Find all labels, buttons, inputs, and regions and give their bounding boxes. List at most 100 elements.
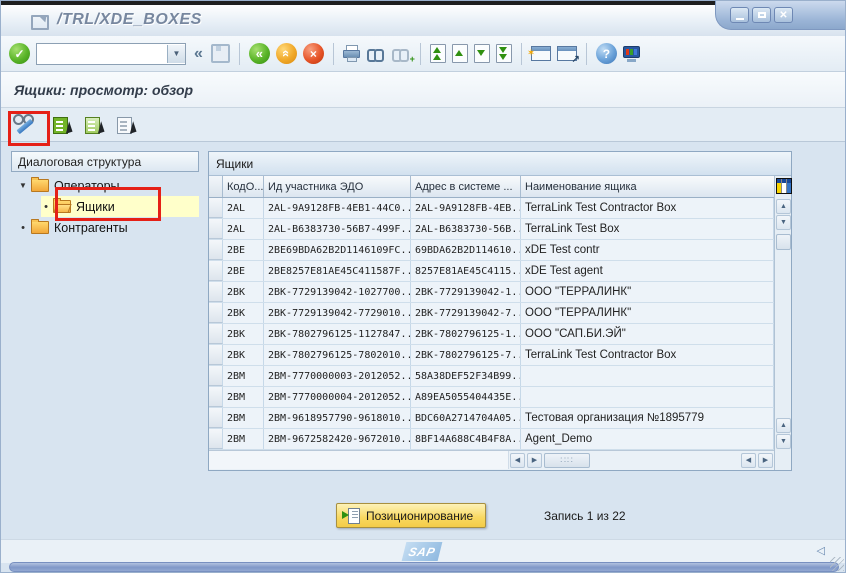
- scroll-right-button[interactable]: ▶: [758, 453, 773, 468]
- cell-participant-id[interactable]: 2BE8257E81AE45C411587F...: [264, 261, 411, 281]
- save-icon[interactable]: [211, 44, 230, 63]
- horizontal-scroll-thumb[interactable]: ∷∷: [544, 453, 590, 468]
- print-icon[interactable]: [343, 45, 361, 62]
- column-header-address[interactable]: Адрес в системе ...: [411, 176, 521, 197]
- cell-box-name[interactable]: TerraLink Test Contractor Box: [521, 198, 774, 218]
- cell-participant-id[interactable]: 2BM-9672582420-9672010...: [264, 429, 411, 449]
- row-select-button[interactable]: [209, 198, 223, 218]
- cell-participant-id[interactable]: 2BK-7729139042-7729010...: [264, 303, 411, 323]
- page-up-icon[interactable]: [452, 44, 468, 63]
- maximize-button[interactable]: [752, 7, 771, 23]
- cell-participant-id[interactable]: 2BK-7802796125-7802010...: [264, 345, 411, 365]
- new-session-icon[interactable]: ✶: [531, 46, 551, 61]
- cell-address[interactable]: 2AL-B6383730-56B...: [411, 219, 521, 239]
- status-expand-icon[interactable]: ◁: [817, 544, 825, 557]
- cell-box-name[interactable]: TerraLink Test Contractor Box: [521, 345, 774, 365]
- cancel-button[interactable]: ×: [303, 43, 324, 64]
- cell-box-name[interactable]: ООО "ТЕРРАЛИНК": [521, 282, 774, 302]
- cell-box-name[interactable]: xDE Test contr: [521, 240, 774, 260]
- cell-address[interactable]: 69BDA62B2D114610...: [411, 240, 521, 260]
- scroll-left-button[interactable]: ◀: [510, 453, 525, 468]
- find-next-icon[interactable]: +: [392, 47, 411, 61]
- tree-item-label[interactable]: Операторы: [54, 179, 120, 193]
- cell-address[interactable]: A89EA5055404435E...: [411, 387, 521, 407]
- display-change-icon[interactable]: [13, 114, 39, 136]
- resize-grip[interactable]: [830, 557, 844, 571]
- cell-address[interactable]: 8257E81AE45C4115...: [411, 261, 521, 281]
- scroll-left-button[interactable]: ◀: [741, 453, 756, 468]
- cell-code[interactable]: 2BE: [223, 240, 264, 260]
- cell-address[interactable]: BDC60A2714704A05...: [411, 408, 521, 428]
- command-dropdown-icon[interactable]: ▼: [167, 45, 185, 63]
- cell-participant-id[interactable]: 2BE69BDA62B2D1146109FC...: [264, 240, 411, 260]
- row-select-button[interactable]: [209, 282, 223, 302]
- row-select-button[interactable]: [209, 387, 223, 407]
- cell-address[interactable]: 8BF14A688C4B4F8A...: [411, 429, 521, 449]
- cell-code[interactable]: 2BE: [223, 261, 264, 281]
- cell-participant-id[interactable]: 2BK-7729139042-1027700...: [264, 282, 411, 302]
- scroll-down-button[interactable]: ▼: [776, 434, 791, 449]
- find-icon[interactable]: [367, 47, 386, 61]
- last-page-icon[interactable]: [496, 44, 512, 63]
- cell-box-name[interactable]: ООО "САП.БИ.ЭЙ": [521, 324, 774, 344]
- cell-address[interactable]: 58A38DEF52F34B99...: [411, 366, 521, 386]
- cell-participant-id[interactable]: 2BM-7770000004-2012052...: [264, 387, 411, 407]
- delete-icon[interactable]: [117, 116, 135, 134]
- page-down-icon[interactable]: [474, 44, 490, 63]
- tree-item-operators[interactable]: ▼ Операторы: [11, 175, 199, 196]
- tree-item-label[interactable]: Ящики: [76, 200, 115, 214]
- cell-code[interactable]: 2BK: [223, 282, 264, 302]
- cell-box-name[interactable]: ООО "ТЕРРАЛИНК": [521, 303, 774, 323]
- tree-item-label[interactable]: Контрагенты: [54, 221, 128, 235]
- column-header-participant-id[interactable]: Ид участника ЭДО: [264, 176, 411, 197]
- tree-item-contractors[interactable]: • Контрагенты: [11, 217, 199, 238]
- table-settings-icon[interactable]: [776, 178, 792, 194]
- command-input[interactable]: [37, 44, 167, 64]
- select-all-header[interactable]: [209, 176, 223, 197]
- enter-button[interactable]: ✓: [9, 43, 30, 64]
- cell-box-name[interactable]: Agent_Demo: [521, 429, 774, 449]
- exit-button[interactable]: «: [276, 43, 297, 64]
- cell-code[interactable]: 2BM: [223, 387, 264, 407]
- cell-address[interactable]: 2BK-7729139042-1...: [411, 282, 521, 302]
- cell-box-name[interactable]: [521, 366, 774, 386]
- row-select-button[interactable]: [209, 219, 223, 239]
- tree-item-boxes[interactable]: • Ящики: [11, 196, 199, 217]
- minimize-button[interactable]: [730, 7, 749, 23]
- cell-address[interactable]: 2BK-7729139042-7...: [411, 303, 521, 323]
- row-select-button[interactable]: [209, 240, 223, 260]
- cell-code[interactable]: 2BM: [223, 429, 264, 449]
- row-select-button[interactable]: [209, 303, 223, 323]
- cell-code[interactable]: 2BK: [223, 303, 264, 323]
- cell-box-name[interactable]: xDE Test agent: [521, 261, 774, 281]
- row-select-button[interactable]: [209, 261, 223, 281]
- collapse-toolbar-icon[interactable]: «: [194, 45, 203, 63]
- cell-code[interactable]: 2BM: [223, 408, 264, 428]
- vertical-scroll-thumb[interactable]: [776, 234, 791, 250]
- cell-code[interactable]: 2BM: [223, 366, 264, 386]
- column-header-box-name[interactable]: Наименование ящика: [521, 176, 774, 197]
- row-select-button[interactable]: [209, 366, 223, 386]
- close-button[interactable]: ✕: [774, 7, 793, 23]
- layout-customize-icon[interactable]: [623, 46, 642, 62]
- cell-address[interactable]: 2BK-7802796125-1...: [411, 324, 521, 344]
- positioning-button[interactable]: Позиционирование: [336, 503, 486, 528]
- create-shortcut-icon[interactable]: ↗: [557, 46, 577, 61]
- cell-box-name[interactable]: Тестовая организация №1895779: [521, 408, 774, 428]
- cell-address[interactable]: 2BK-7802796125-7...: [411, 345, 521, 365]
- scroll-right-button[interactable]: ▶: [527, 453, 542, 468]
- cell-box-name[interactable]: TerraLink Test Box: [521, 219, 774, 239]
- row-select-button[interactable]: [209, 345, 223, 365]
- expander-icon[interactable]: ▼: [17, 181, 29, 190]
- row-select-button[interactable]: [209, 408, 223, 428]
- help-button[interactable]: ?: [596, 43, 617, 64]
- scroll-down-button[interactable]: ▼: [776, 215, 791, 230]
- choose-icon[interactable]: [53, 116, 71, 134]
- first-page-icon[interactable]: [430, 44, 446, 63]
- row-select-button[interactable]: [209, 429, 223, 449]
- scroll-up-button[interactable]: ▲: [776, 418, 791, 433]
- cell-participant-id[interactable]: 2BM-7770000003-2012052...: [264, 366, 411, 386]
- cell-participant-id[interactable]: 2AL-B6383730-56B7-499F...: [264, 219, 411, 239]
- cell-code[interactable]: 2AL: [223, 198, 264, 218]
- cell-box-name[interactable]: [521, 387, 774, 407]
